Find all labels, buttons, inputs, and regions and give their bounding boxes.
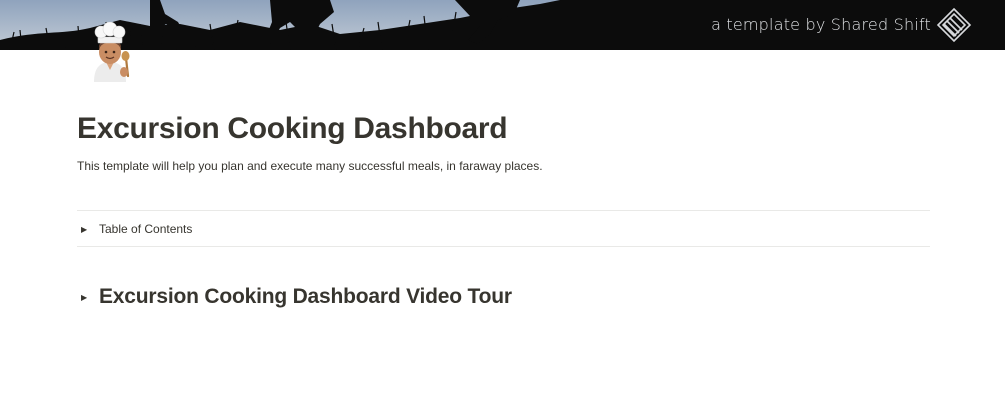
divider bbox=[77, 246, 930, 247]
cover-credit-text: a template by Shared Shift bbox=[711, 15, 931, 34]
shared-shift-logo-icon bbox=[936, 7, 972, 43]
cook-emoji-icon[interactable] bbox=[82, 22, 138, 82]
table-of-contents-toggle[interactable]: ▶ Table of Contents bbox=[77, 221, 192, 237]
toggle-label: Table of Contents bbox=[99, 222, 193, 236]
toggle-heading-label: Excursion Cooking Dashboard Video Tour bbox=[99, 285, 512, 308]
cover-image: a template by Shared Shift bbox=[0, 0, 1005, 50]
toggle-arrow-icon[interactable]: ▶ bbox=[77, 293, 99, 302]
toggle-arrow-icon[interactable]: ▶ bbox=[77, 225, 99, 234]
divider bbox=[77, 210, 930, 211]
page-title: Excursion Cooking Dashboard bbox=[77, 112, 508, 145]
video-tour-toggle-heading[interactable]: ▶ Excursion Cooking Dashboard Video Tour bbox=[77, 283, 512, 311]
page-description: This template will help you plan and exe… bbox=[77, 159, 543, 173]
